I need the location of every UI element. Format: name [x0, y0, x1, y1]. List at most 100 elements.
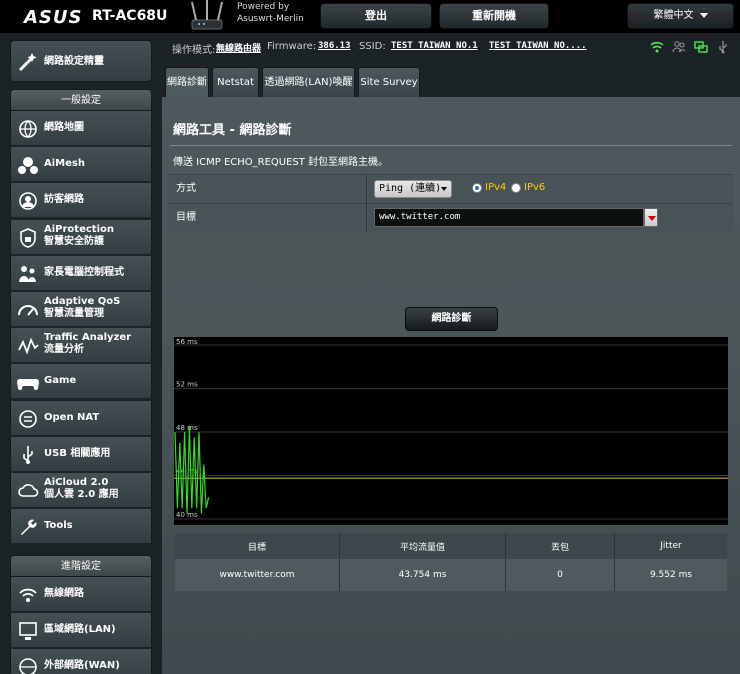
logout-button[interactable]: 登出	[320, 3, 432, 29]
content-panel: 網路工具 - 網路診斷 傳送 ICMP ECHO_REQUEST 封包至網路主機…	[162, 97, 740, 674]
sidebar-item-label: 網路地圖	[44, 122, 150, 134]
page-description: 傳送 ICMP ECHO_REQUEST 封包至網路主機。	[173, 157, 389, 168]
tab-netstat[interactable]: Netstat	[212, 67, 259, 98]
open-nat-icon	[19, 409, 37, 428]
sidebar-item-line2: 智慧安全防護	[44, 235, 104, 247]
aimesh-icon	[18, 157, 38, 175]
sidebar-item[interactable]: USB 相關應用	[10, 436, 152, 472]
sidebar-item-line1: AiMesh	[44, 158, 85, 170]
powered-line1: Powered by	[237, 2, 290, 12]
network-map-icon	[19, 120, 37, 138]
sidebar-item-line1: 無線網路	[44, 588, 84, 599]
chevron-down-icon	[441, 187, 447, 191]
sidebar-item[interactable]: AiMesh	[10, 147, 152, 183]
usb-status-icon[interactable]	[716, 40, 730, 54]
sidebar-item[interactable]: 家長電腦控制程式	[10, 255, 152, 291]
wifi-status-icon[interactable]	[650, 40, 664, 54]
sidebar-item[interactable]: AiCloud 2.0 個人雲 2.0 應用	[10, 473, 152, 508]
sidebar-item-line1: AiProtection	[44, 223, 114, 235]
router-icon	[191, 0, 223, 30]
lan-icon	[19, 622, 37, 641]
sidebar-item[interactable]: Game	[10, 364, 152, 400]
cell-average: 43.754 ms	[340, 559, 506, 591]
qos-gauge-icon	[18, 305, 38, 316]
sidebar-item-line2: 個人雲 2.0 應用	[44, 489, 119, 500]
sidebar-item-label: 家長電腦控制程式	[44, 267, 150, 279]
sidebar-item[interactable]: 區域網路(LAN)	[10, 613, 152, 649]
ssid-link-2[interactable]: TEST_TAIWAN_NO....	[489, 41, 587, 51]
reboot-button[interactable]: 重新開機	[439, 3, 549, 29]
internet-status-icon[interactable]	[694, 40, 708, 54]
sidebar-item[interactable]: Traffic Analyzer 流量分析	[10, 328, 152, 364]
y-tick-label: 56 ms	[176, 338, 198, 346]
sidebar-item[interactable]: AiProtection 智慧安全防護	[10, 219, 152, 255]
sidebar-item-label: Adaptive QoS 智慧流量管理	[44, 296, 150, 320]
header-packet-loss: 丟包	[506, 533, 615, 559]
sidebar-item-line1: AiCloud 2.0	[44, 477, 109, 488]
language-select[interactable]: 繁體中文	[627, 3, 734, 29]
header-target: 目標	[175, 533, 340, 559]
cell-target: www.twitter.com	[175, 559, 340, 591]
method-select[interactable]: Ping (連續)	[374, 180, 452, 198]
sidebar-item[interactable]: Adaptive QoS 智慧流量管理	[10, 292, 152, 327]
method-select-value: Ping (連續)	[379, 183, 442, 194]
parental-control-icon	[19, 265, 36, 282]
target-input[interactable]: www.twitter.com	[374, 208, 644, 227]
sidebar-item[interactable]: 無線網路	[10, 577, 152, 612]
diagnose-button[interactable]: 網路診斷	[405, 307, 498, 331]
powered-line2: Asuswrt-Merlin	[237, 14, 304, 24]
result-table: 目標 平均流量值 丟包 Jitter www.twitter.com 43.75…	[175, 533, 727, 591]
sidebar-item-label: 網路設定精靈	[44, 56, 104, 67]
target-row: 目標 www.twitter.com	[168, 203, 733, 232]
sidebar-item-label: USB 相關應用	[44, 448, 150, 460]
sidebar-item[interactable]: Tools	[10, 509, 152, 545]
tab-wake-on-lan[interactable]: 透過網路(LAN)喚醒	[262, 67, 355, 98]
chevron-down-icon	[699, 12, 708, 18]
asus-logo: ASUS	[24, 7, 83, 28]
sidebar-item-label: 訪客網路	[44, 194, 150, 206]
guest-network-icon	[19, 192, 37, 211]
advanced-settings-header: 進階設定	[10, 555, 152, 577]
sidebar-item-line1: 外部網路(WAN)	[44, 660, 120, 672]
ipv6-label: IPv6	[524, 182, 546, 193]
target-label: 目標	[168, 204, 367, 232]
powered-by-text: Powered by Asuswrt-Merlin	[237, 1, 304, 25]
target-dropdown-button[interactable]	[644, 208, 658, 227]
operation-mode-label: 操作模式:	[172, 45, 216, 56]
main-content: 操作模式: 無線路由器 Firmware: 386.13 SSID: TEST_…	[162, 33, 740, 674]
operation-mode-link[interactable]: 無線路由器	[216, 41, 261, 54]
ssid-link-1[interactable]: TEST_TAIWAN_NO.1	[391, 41, 478, 51]
method-value-cell: Ping (連續) IPv4 IPv6	[368, 175, 733, 203]
sidebar-item-label: AiCloud 2.0 個人雲 2.0 應用	[44, 477, 150, 501]
ipv4-radio[interactable]	[472, 183, 482, 193]
ping-chart: 56 ms 52 ms 48 ms 44 ms 40 ms	[174, 337, 728, 525]
cell-packet-loss: 0	[506, 559, 615, 591]
tab-site-survey[interactable]: Site Survey	[358, 67, 420, 98]
sidebar-item-line2: 智慧流量管理	[44, 308, 104, 319]
sidebar-item-label: AiProtection 智慧安全防護	[44, 224, 150, 248]
top-bar: ASUS RT-AC68U Powered by Asuswrt-Merlin …	[0, 0, 740, 33]
clients-icon[interactable]	[672, 40, 686, 54]
sidebar-item[interactable]: 外部網路(WAN)	[10, 649, 152, 674]
result-header-row: 目標 平均流量值 丟包 Jitter	[175, 533, 727, 559]
firmware-link[interactable]: 386.13	[318, 41, 351, 51]
header-average: 平均流量值	[340, 533, 506, 559]
sidebar-item[interactable]: Open NAT	[10, 400, 152, 436]
sidebar-item[interactable]: 訪客網路	[10, 183, 152, 219]
tab-network-diagnosis[interactable]: 網路診斷	[165, 67, 209, 98]
router-model: RT-AC68U	[92, 8, 168, 24]
wrench-icon	[21, 519, 37, 536]
sidebar-item-qis[interactable]: 網路設定精靈	[10, 40, 152, 82]
firmware-label: Firmware:	[267, 41, 317, 52]
sidebar-item-line1: 區域網路(LAN)	[44, 624, 116, 636]
sidebar-item-line1: Adaptive QoS	[44, 296, 121, 307]
sidebar-item-label: 外部網路(WAN)	[44, 660, 150, 672]
status-bar: 操作模式: 無線路由器 Firmware: 386.13 SSID: TEST_…	[162, 33, 740, 61]
ping-chart-svg: 56 ms52 ms48 ms44 ms40 ms	[174, 338, 728, 520]
ipv6-radio[interactable]	[511, 183, 521, 193]
sidebar-item[interactable]: 網路地圖	[10, 111, 152, 146]
sidebar-item-line1: USB 相關應用	[44, 447, 111, 459]
sidebar-item-label: Tools	[44, 520, 150, 532]
sidebar-item-line1: 網路地圖	[44, 122, 84, 133]
sidebar-item-line1: Game	[44, 375, 77, 387]
